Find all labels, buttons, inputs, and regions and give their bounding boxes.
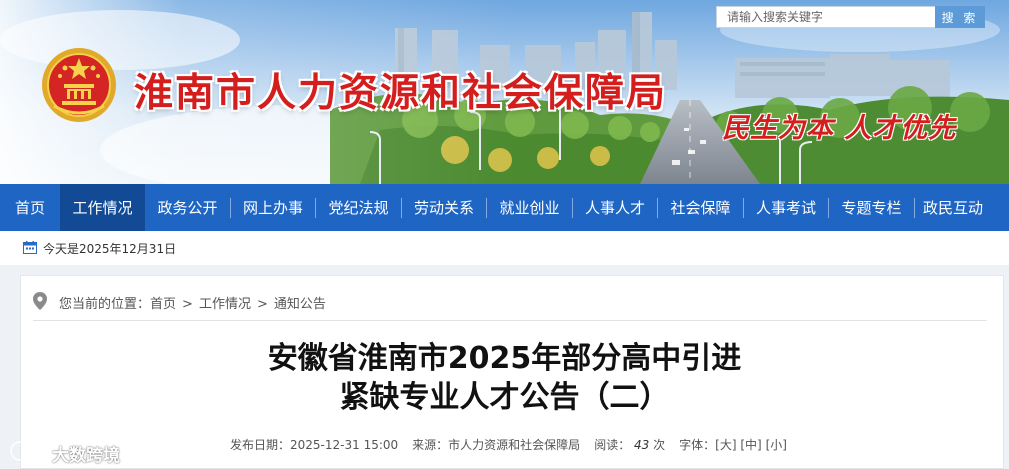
views-count: 43: [634, 438, 650, 452]
national-emblem-icon: [42, 48, 116, 122]
font-size-medium-button[interactable]: [中]: [740, 438, 761, 452]
breadcrumb-home-link[interactable]: 首页: [150, 297, 176, 312]
publish-date: 2025-12-31 15:00: [290, 438, 399, 452]
source-label: 来源：: [412, 438, 449, 452]
article-title-line-2: 紧缺专业人才公告（二）: [339, 380, 670, 415]
calendar-icon: [23, 241, 37, 254]
views-label: 阅读：: [594, 438, 631, 452]
date-search-bar: 今天是2025年12月31日: [0, 231, 1009, 265]
today-date: 今天是2025年12月31日: [43, 242, 177, 256]
source-value: 市人力资源和社会保障局: [448, 438, 581, 452]
watermark-text: 大数跨境: [52, 446, 120, 466]
breadcrumb-separator: >: [256, 297, 268, 312]
nav-item-party-regulations[interactable]: 党纪法规: [316, 184, 401, 231]
breadcrumb-notices-link[interactable]: 通知公告: [274, 297, 326, 312]
nav-item-public-interaction[interactable]: 政民互动: [915, 184, 991, 231]
nav-item-personnel-exam[interactable]: 人事考试: [744, 184, 828, 231]
nav-item-special-topics[interactable]: 专题专栏: [829, 184, 914, 231]
breadcrumb-separator: >: [182, 297, 193, 312]
breadcrumb-work-status-link[interactable]: 工作情况: [199, 297, 251, 312]
article-meta: 发布日期：2025-12-31 15:00 来源：市人力资源和社会保障局 阅读： 4…: [230, 436, 787, 453]
main-navigation: 首页 工作情况 政务公开 网上办事 党纪法规 劳动关系 就业创业 人事人才 社会…: [0, 184, 1009, 231]
views-unit: 次: [653, 438, 666, 452]
nav-item-employment[interactable]: 就业创业: [487, 184, 572, 231]
location-pin-icon: [33, 292, 47, 310]
publish-date-label: 发布日期：: [230, 438, 291, 452]
font-size-small-button[interactable]: [小]: [766, 438, 787, 452]
nav-item-personnel-talent[interactable]: 人事人才: [573, 184, 657, 231]
breadcrumb-divider: [33, 320, 987, 321]
font-size-large-button[interactable]: [大]: [715, 438, 736, 452]
nav-item-government-affairs[interactable]: 政务公开: [145, 184, 230, 231]
site-title: 淮南市人力资源和社会保障局: [134, 71, 668, 116]
nav-item-home[interactable]: 首页: [0, 184, 60, 231]
search-input[interactable]: [716, 6, 936, 28]
site-slogan: 民生为本 人才优先: [722, 113, 957, 144]
nav-item-online-services[interactable]: 网上办事: [231, 184, 315, 231]
nav-item-social-security[interactable]: 社会保障: [658, 184, 743, 231]
nav-item-work-status[interactable]: 工作情况: [60, 184, 145, 231]
nav-item-labor-relations[interactable]: 劳动关系: [402, 184, 486, 231]
search-button[interactable]: 搜 索: [935, 6, 985, 28]
breadcrumb-prefix: 您当前的位置：: [59, 297, 151, 312]
font-size-label: 字体：: [679, 438, 716, 452]
article-title-line-1: 安徽省淮南市2025年部分高中引进: [267, 341, 742, 376]
breadcrumb: 您当前的位置：首页 > 工作情况 > 通知公告: [59, 293, 326, 312]
